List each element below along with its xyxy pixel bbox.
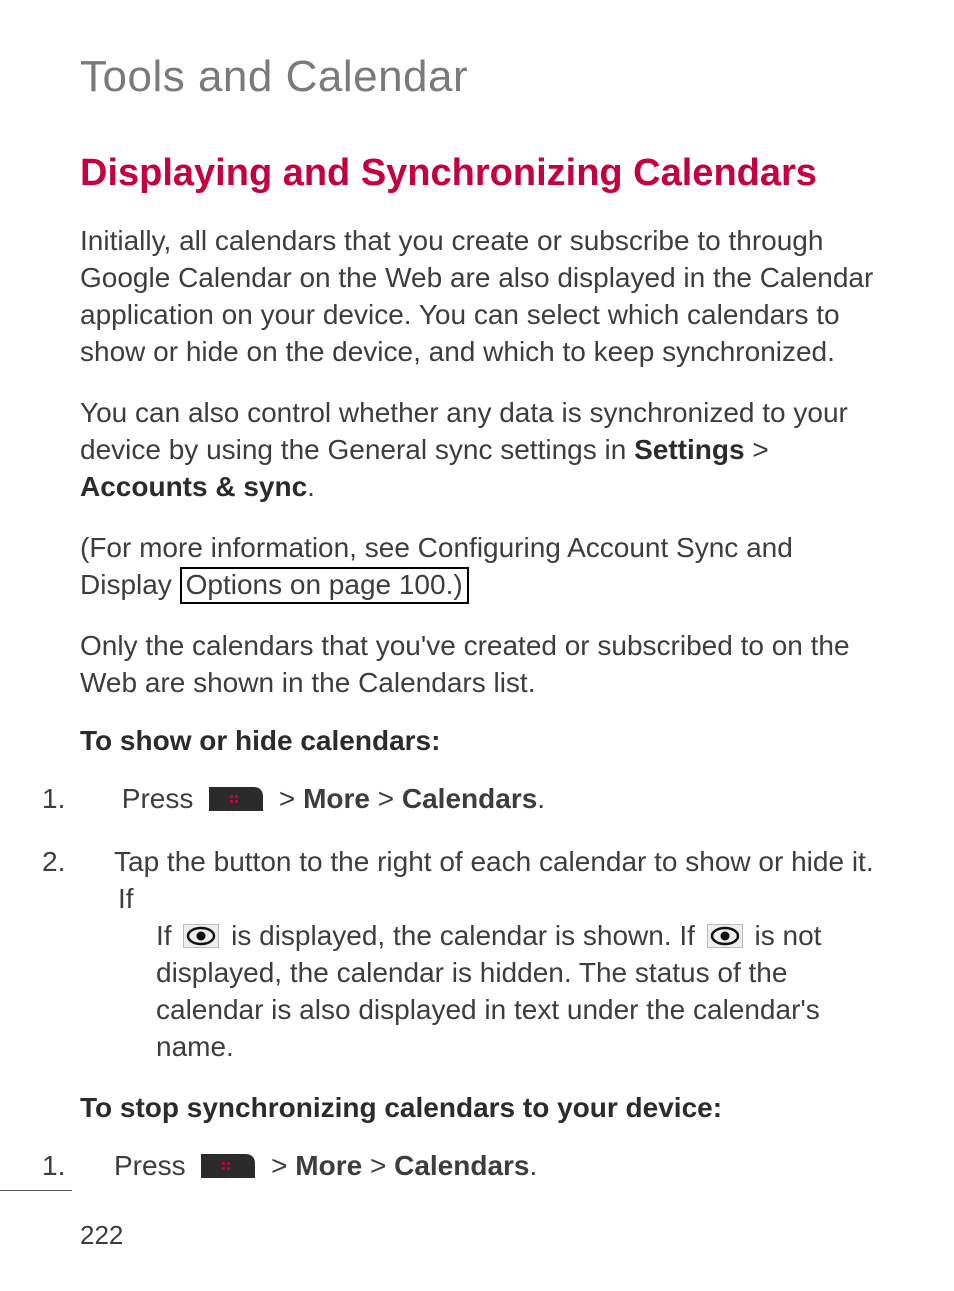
step1-text-b: > <box>271 783 303 814</box>
settings-bold: Settings <box>634 434 744 465</box>
accounts-sync-bold: Accounts & sync <box>80 471 307 502</box>
page-number: 222 <box>80 1220 123 1251</box>
calendars-bold: Calendars <box>402 783 537 814</box>
side-tab-marker <box>0 1190 72 1197</box>
step2-if: If <box>156 920 179 951</box>
intro-paragraph-2: You can also control whether any data is… <box>80 395 880 506</box>
stop-sync-step-1: 1.Press > More > Calendars. <box>80 1148 880 1185</box>
intro-paragraph-1: Initially, all calendars that you create… <box>80 223 880 371</box>
s2-step1-text-a: Press <box>114 1150 193 1181</box>
menu-key-icon <box>207 785 265 813</box>
s2-step1-end: . <box>530 1150 538 1181</box>
show-hide-step-2: 2.Tap the button to the right of each ca… <box>80 844 880 1066</box>
more-bold: More <box>303 783 370 814</box>
s2-step1-text-b: > <box>263 1150 295 1181</box>
section-heading: Displaying and Synchronizing Calendars <box>80 152 880 195</box>
step2-text-b: is displayed, the calendar is shown. If <box>223 920 702 951</box>
step-number: 1. <box>80 781 114 818</box>
page-reference-link[interactable]: Options on page 100.) <box>180 567 469 604</box>
step1-sep: > <box>370 783 402 814</box>
step2-continuation: If is displayed, the calendar is shown. … <box>118 918 880 1066</box>
more-bold: More <box>295 1150 362 1181</box>
para2-post: . <box>307 471 315 502</box>
s2-step1-sep: > <box>362 1150 394 1181</box>
show-hide-step-1: 1. Press > More > Calendars. <box>80 781 880 818</box>
eye-shown-icon <box>183 924 219 948</box>
menu-key-icon <box>199 1152 257 1180</box>
intro-paragraph-4: Only the calendars that you've created o… <box>80 628 880 702</box>
step2-text-a: Tap the button to the right of each cale… <box>114 846 874 914</box>
subheading-stop-sync: To stop synchronizing calendars to your … <box>80 1092 880 1124</box>
step-number: 1. <box>80 1148 114 1185</box>
page: Tools and Calendar Displaying and Synchr… <box>0 0 954 1291</box>
para2-sep1: > <box>745 434 769 465</box>
eye-hidden-icon <box>707 924 743 948</box>
subheading-show-hide: To show or hide calendars: <box>80 725 880 757</box>
chapter-title: Tools and Calendar <box>80 52 880 102</box>
step-number: 2. <box>80 844 114 881</box>
step1-text-a: Press <box>114 783 201 814</box>
cross-reference-paragraph: (For more information, see Configuring A… <box>80 530 880 604</box>
calendars-bold: Calendars <box>394 1150 529 1181</box>
step1-end: . <box>537 783 545 814</box>
